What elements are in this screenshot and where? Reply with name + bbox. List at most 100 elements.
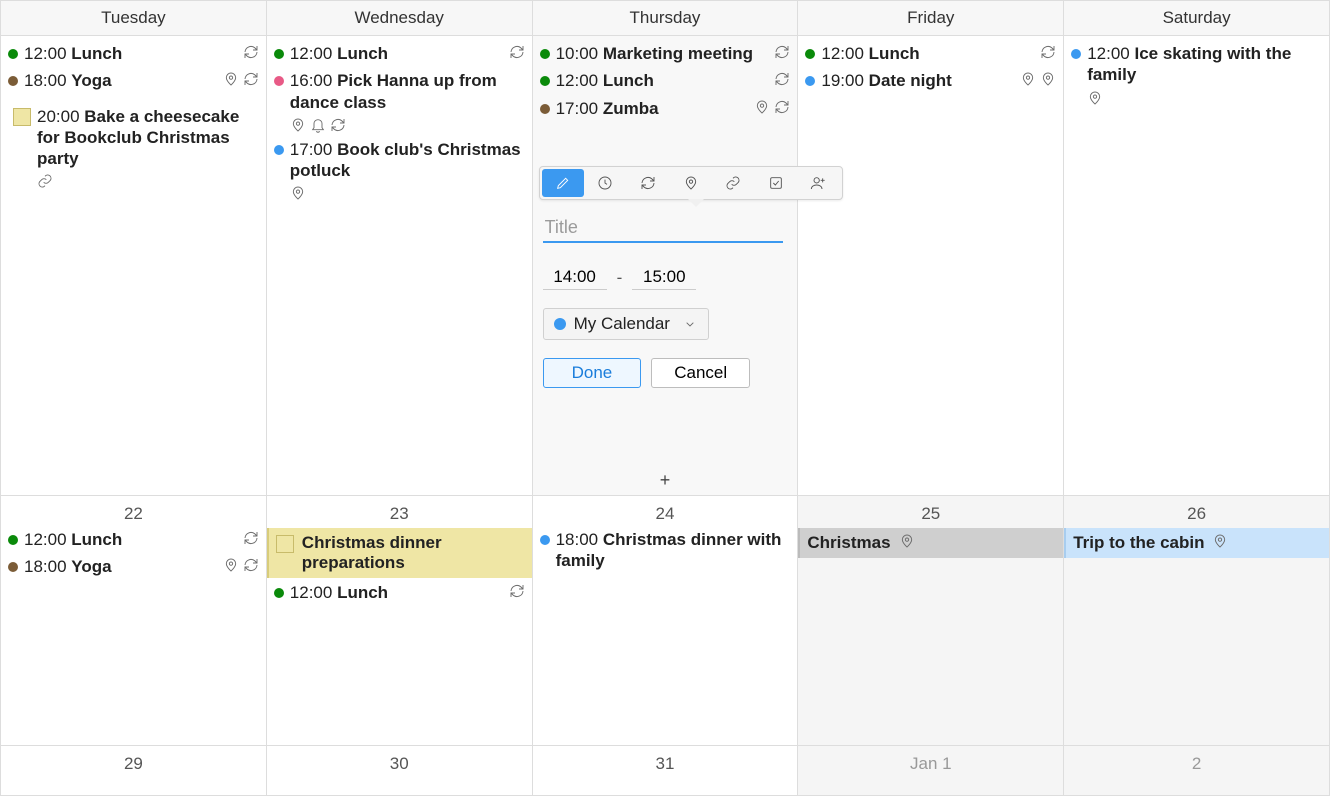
day-cell[interactable]: 22 12:00 Lunch 18:00 Yoga — [1, 496, 267, 746]
event[interactable]: 17:00 Zumba — [540, 97, 791, 120]
event[interactable]: 18:00 Yoga — [8, 69, 259, 92]
event-dot — [540, 535, 550, 545]
event-time-from-input[interactable] — [543, 265, 607, 290]
location-icon — [683, 175, 699, 191]
day-cell[interactable]: 26 Trip to the cabin — [1064, 496, 1330, 746]
date-label: 30 — [274, 754, 525, 774]
recur-icon — [243, 557, 259, 573]
event[interactable]: 12:00 Ice skating with the family — [1071, 42, 1322, 107]
event-dot — [8, 562, 18, 572]
location-icon — [1040, 71, 1056, 87]
event[interactable]: 12:00 Lunch — [274, 42, 525, 65]
event-dot — [274, 76, 284, 86]
task-swatch — [13, 108, 31, 126]
popup-tab-time[interactable] — [584, 169, 627, 197]
popup-tab-link[interactable] — [712, 169, 755, 197]
weekday-header: Tuesday — [1, 1, 267, 36]
location-icon — [290, 117, 306, 133]
location-icon — [223, 557, 239, 573]
event[interactable]: 19:00 Date night — [805, 69, 1056, 92]
day-cell[interactable]: 24 18:00 Christmas dinner with family — [533, 496, 799, 746]
popup-tab-edit[interactable] — [542, 169, 585, 197]
event[interactable]: 10:00 Marketing meeting — [540, 42, 791, 65]
popup-tab-attendees[interactable] — [797, 169, 840, 197]
location-icon — [899, 533, 915, 549]
add-event-button[interactable]: + — [660, 470, 671, 491]
clock-icon — [597, 175, 613, 191]
date-label: 26 — [1071, 504, 1322, 524]
done-button[interactable]: Done — [543, 358, 642, 388]
recur-icon — [243, 71, 259, 87]
day-cell-active[interactable]: 10:00 Marketing meeting 12:00 Lunch 17:0… — [533, 36, 799, 496]
weekday-header: Wednesday — [267, 1, 533, 36]
popup-tab-location[interactable] — [669, 169, 712, 197]
popup-tab-recur[interactable] — [627, 169, 670, 197]
event[interactable]: 12:00 Lunch — [540, 69, 791, 92]
date-label: 25 — [805, 504, 1056, 524]
date-label: 22 — [8, 504, 259, 524]
recur-icon — [774, 99, 790, 115]
location-icon — [290, 185, 306, 201]
event[interactable]: 12:00 Lunch — [8, 42, 259, 65]
recur-icon — [1040, 44, 1056, 60]
event-dot — [274, 49, 284, 59]
calendar-select-label: My Calendar — [574, 314, 670, 334]
calendar-select[interactable]: My Calendar — [543, 308, 709, 340]
recur-icon — [774, 71, 790, 87]
event[interactable]: 12:00 Lunch — [274, 581, 525, 604]
person-add-icon — [810, 175, 826, 191]
location-icon — [1087, 90, 1103, 106]
event-title-input[interactable] — [543, 214, 783, 243]
cancel-button[interactable]: Cancel — [651, 358, 750, 388]
weekday-header-row: Tuesday Wednesday Thursday Friday Saturd… — [1, 1, 1330, 36]
allday-event[interactable]: Christmas dinner preparations — [267, 528, 532, 578]
task-event[interactable]: 20:00 Bake a cheesecake for Bookclub Chr… — [8, 103, 259, 193]
event-dot — [8, 76, 18, 86]
location-icon — [754, 99, 770, 115]
event[interactable]: 17:00 Book club's Christmas potluck — [274, 138, 525, 203]
event[interactable]: 18:00 Christmas dinner with family — [540, 528, 791, 573]
event-dot — [540, 49, 550, 59]
calendar-dot — [554, 318, 566, 330]
time-dash: - — [617, 268, 623, 288]
day-cell[interactable]: 23 Christmas dinner preparations 12:00 L… — [267, 496, 533, 746]
day-cell[interactable]: 31 — [533, 746, 799, 796]
day-cell[interactable]: 29 — [1, 746, 267, 796]
event-time-to-input[interactable] — [632, 265, 696, 290]
recur-icon — [509, 44, 525, 60]
event-dot — [540, 104, 550, 114]
event[interactable]: 12:00 Lunch — [8, 528, 259, 551]
allday-event[interactable]: Christmas — [798, 528, 1063, 558]
date-label: Jan 1 — [805, 754, 1056, 774]
day-cell[interactable]: 12:00 Lunch 16:00 Pick Hanna up from dan… — [267, 36, 533, 496]
location-icon — [223, 71, 239, 87]
event-dot — [805, 76, 815, 86]
bell-icon — [310, 117, 326, 133]
event-dot — [274, 588, 284, 598]
link-icon — [37, 173, 53, 189]
event-dot — [1071, 49, 1081, 59]
allday-event[interactable]: Trip to the cabin — [1064, 528, 1329, 558]
recur-icon — [509, 583, 525, 599]
check-icon — [768, 175, 784, 191]
week-row: 12:00 Lunch 18:00 Yoga — [1, 36, 1330, 496]
day-cell[interactable]: 30 — [267, 746, 533, 796]
day-cell[interactable]: Jan 1 — [798, 746, 1064, 796]
date-label: 31 — [540, 754, 791, 774]
day-cell[interactable]: 2 — [1064, 746, 1330, 796]
popup-tab-checklist[interactable] — [754, 169, 797, 197]
recur-icon — [243, 44, 259, 60]
day-cell[interactable]: 12:00 Lunch 18:00 Yoga — [1, 36, 267, 496]
quick-add-popup: - My Calendar Done Cancel — [539, 166, 843, 388]
event[interactable]: 16:00 Pick Hanna up from dance class — [274, 69, 525, 134]
event-dot — [8, 535, 18, 545]
day-cell[interactable]: 25 Christmas — [798, 496, 1064, 746]
location-icon — [1020, 71, 1036, 87]
chevron-down-icon — [682, 316, 698, 332]
date-label: 2 — [1071, 754, 1322, 774]
day-cell[interactable]: 12:00 Ice skating with the family — [1064, 36, 1330, 496]
event[interactable]: 12:00 Lunch — [805, 42, 1056, 65]
event[interactable]: 18:00 Yoga — [8, 555, 259, 578]
event-dot — [540, 76, 550, 86]
recur-icon — [243, 530, 259, 546]
